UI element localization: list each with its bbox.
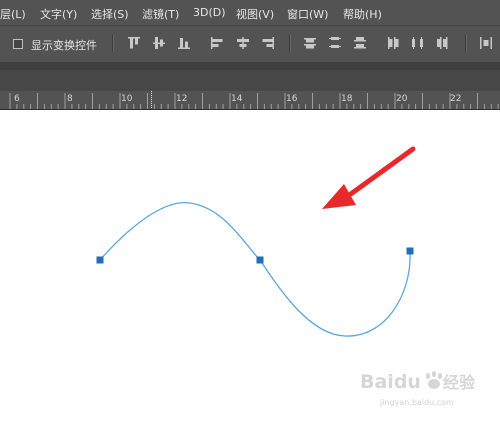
ruler-label: 14 (231, 94, 243, 104)
menu-window[interactable]: 窗口(W) (287, 6, 328, 22)
ruler-ticks (9, 91, 499, 109)
align-left-edges-icon[interactable] (209, 35, 225, 51)
canvas-drawing (96, 146, 416, 337)
align-horizontal-centers-icon[interactable] (235, 35, 251, 51)
distribute-horizontal-centers-icon[interactable] (410, 35, 426, 51)
align-vertical-centers-icon[interactable] (151, 35, 167, 51)
distribute-vertical-centers-icon[interactable] (327, 35, 343, 51)
distribute-right-edges-icon[interactable] (435, 35, 451, 51)
align-bottom-edges-icon[interactable] (176, 35, 192, 51)
anchor-point (96, 256, 104, 264)
menu-select[interactable]: 选择(S) (91, 6, 129, 22)
menu-filter[interactable]: 滤镜(T) (142, 6, 179, 22)
ruler-label: 8 (67, 94, 73, 104)
toolbar-separator (289, 34, 291, 52)
annotation-arrow (322, 146, 416, 209)
menu-3d[interactable]: 3D(D) (193, 6, 226, 19)
bezier-path (99, 201, 411, 337)
align-top-edges-icon[interactable] (126, 35, 142, 51)
show-transform-controls-checkbox[interactable] (13, 39, 23, 49)
distribute-spacing-icon[interactable] (478, 35, 494, 51)
distribute-bottom-edges-icon[interactable] (352, 35, 368, 51)
document-canvas[interactable] (0, 110, 500, 423)
show-transform-controls-label[interactable]: 显示变换控件 (31, 37, 97, 53)
distribute-top-edges-icon[interactable] (302, 35, 318, 51)
ruler-label: 22 (450, 94, 462, 104)
toolbar-separator (465, 34, 467, 52)
anchor-point (406, 247, 414, 255)
ruler-label: 6 (14, 94, 20, 104)
menu-bar: 层(L) 文字(Y) 选择(S) 滤镜(T) 3D(D) 视图(V) 窗口(W)… (0, 0, 500, 25)
options-bar: 显示变换控件 (0, 25, 500, 62)
menu-type[interactable]: 文字(Y) (40, 6, 77, 22)
menu-view[interactable]: 视图(V) (236, 6, 274, 22)
ruler-label: 10 (121, 94, 133, 104)
ruler-label: 16 (286, 94, 298, 104)
document-tab-strip (0, 70, 500, 91)
align-right-edges-icon[interactable] (260, 35, 276, 51)
menu-layer[interactable]: 层(L) (0, 6, 26, 22)
ruler-label: 18 (341, 94, 353, 104)
ruler-label: 12 (176, 94, 188, 104)
distribute-left-edges-icon[interactable] (385, 35, 401, 51)
menu-help[interactable]: 帮助(H) (343, 6, 382, 22)
toolbar-separator (112, 34, 114, 52)
horizontal-ruler: 6 8 10 12 14 16 18 20 22 (0, 91, 500, 110)
anchor-point (256, 256, 264, 264)
ruler-label: 20 (396, 94, 408, 104)
